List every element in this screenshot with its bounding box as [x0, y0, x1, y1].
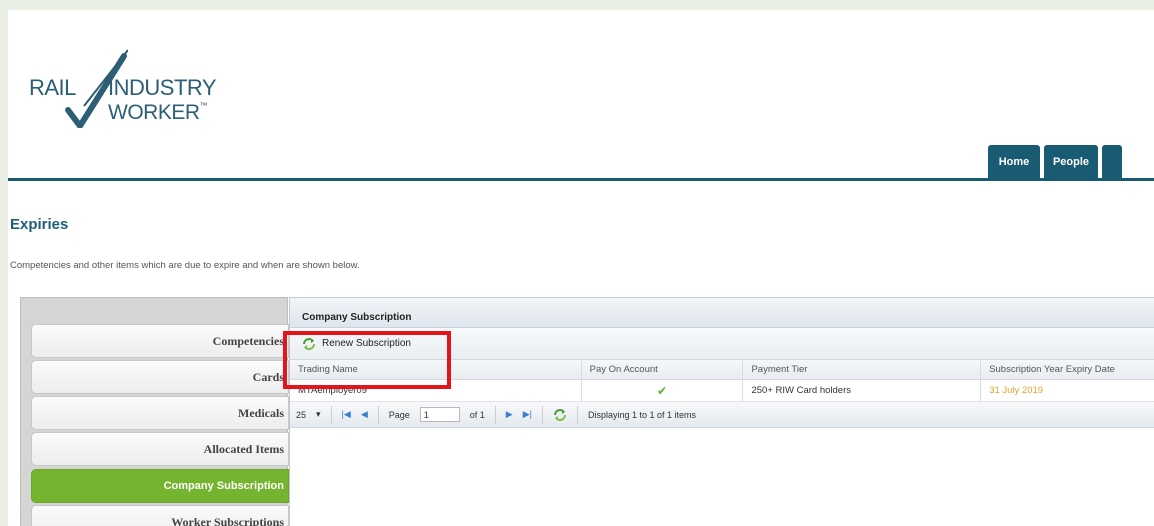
grid-title: Company Subscription	[290, 298, 1154, 328]
menu-item-allocated-items[interactable]: Allocated Items	[31, 432, 289, 466]
page-size-select[interactable]: 25 ▾	[296, 409, 321, 420]
cell-pay-on-account: ✔	[582, 380, 744, 401]
rail-industry-worker-logo[interactable]: RAIL INDUSTRY WORKER™	[28, 48, 228, 128]
tab-people[interactable]: People	[1044, 145, 1098, 178]
column-header-pay-on-account[interactable]: Pay On Account	[582, 360, 744, 379]
chevron-down-icon: ▾	[316, 409, 321, 419]
logo-text-industry: INDUSTRY	[108, 75, 217, 100]
pager-status: Displaying 1 to 1 of 1 items	[587, 409, 697, 420]
page-count-label: of 1	[469, 409, 485, 420]
refresh-icon[interactable]	[553, 408, 567, 422]
next-page-icon[interactable]: ▶	[506, 409, 513, 420]
menu-item-worker-subscriptions[interactable]: Worker Subscriptions	[31, 505, 289, 526]
column-header-expiry-date[interactable]: Subscription Year Expiry Date	[981, 360, 1154, 379]
menu-item-cards[interactable]: Cards	[31, 360, 289, 394]
pager-separator	[377, 405, 379, 424]
cell-expiry-date: 31 July 2019	[989, 385, 1044, 396]
page-description: Competencies and other items which are d…	[10, 260, 360, 271]
column-header-payment-tier[interactable]: Payment Tier	[743, 360, 982, 379]
tab-more[interactable]	[1102, 145, 1122, 178]
pager-separator	[576, 405, 578, 424]
menu-item-medicals[interactable]: Medicals	[31, 396, 289, 430]
highlight-box	[283, 331, 451, 389]
page-title: Expiries	[10, 216, 69, 233]
grid-pager: 25 ▾ |◀ ◀ Page 1 of 1 ▶ ▶| Displaying 1 …	[290, 402, 1154, 428]
menu-item-company-subscription[interactable]: Company Subscription	[31, 469, 289, 503]
page: RAIL INDUSTRY WORKER™ Home People Expiri…	[8, 10, 1154, 526]
menu-item-competencies[interactable]: Competencies	[31, 324, 289, 358]
main-nav: Home People	[988, 145, 1122, 178]
pager-separator	[330, 405, 332, 424]
checkmark-icon: ✔	[657, 383, 668, 398]
previous-page-icon[interactable]: ◀	[361, 409, 368, 420]
expiries-side-menu: Competencies Cards Medicals Allocated It…	[20, 297, 289, 526]
page-size-value: 25	[296, 409, 307, 420]
last-page-icon[interactable]: ▶|	[523, 409, 532, 420]
page-number-input[interactable]: 1	[419, 407, 460, 422]
header-divider	[8, 178, 1154, 181]
pager-separator	[494, 405, 496, 424]
cell-payment-tier: 250+ RIW Card holders	[743, 380, 982, 401]
tab-home[interactable]: Home	[988, 145, 1040, 178]
page-label: Page	[388, 409, 410, 420]
pager-separator	[541, 405, 543, 424]
logo-text-rail: RAIL	[29, 75, 76, 100]
logo-text-worker: WORKER™	[108, 101, 207, 124]
first-page-icon[interactable]: |◀	[342, 409, 351, 420]
